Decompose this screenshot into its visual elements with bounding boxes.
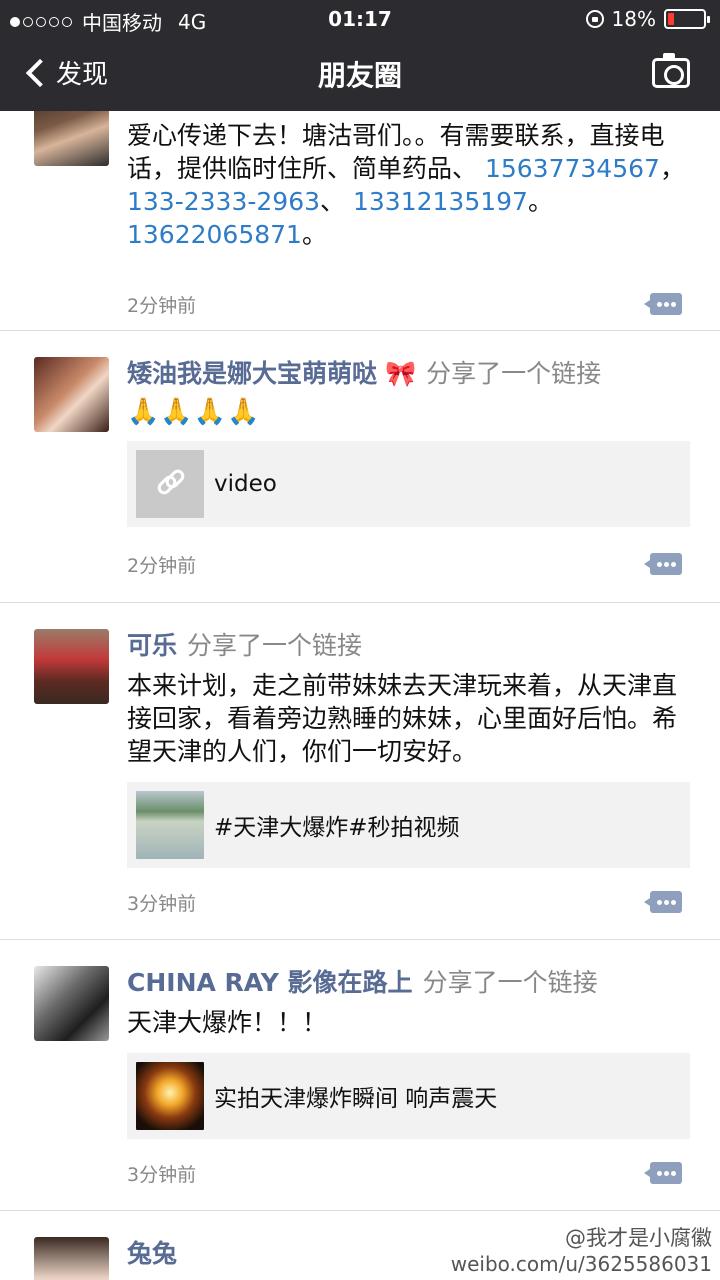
post-time: 2分钟前 — [127, 295, 197, 317]
shared-link-label: 分享了一个链接 — [187, 631, 363, 660]
shared-link-label: 分享了一个链接 — [426, 359, 602, 388]
feed-post: 可乐 分享了一个链接 本来计划，走之前带妹妹去天津玩来着，从天津直接回家，看着旁边… — [0, 603, 720, 940]
comment-icon[interactable] — [644, 891, 682, 913]
watermark-handle: @我才是小腐徽 — [565, 1226, 712, 1250]
comment-icon[interactable] — [644, 293, 682, 315]
avatar[interactable] — [34, 629, 109, 704]
phone-link[interactable]: 133-2333-2963 — [127, 187, 320, 216]
link-title: video — [214, 471, 277, 497]
link-thumbnail — [136, 791, 204, 859]
feed-post: CHINA RAY 影像在路上 分享了一个链接 天津大爆炸！！！ 实拍天津爆炸瞬间… — [0, 940, 720, 1211]
battery-fill — [668, 13, 675, 25]
shared-link-card[interactable]: #天津大爆炸#秒拍视频 — [127, 782, 690, 868]
avatar[interactable] — [34, 966, 109, 1041]
avatar[interactable] — [34, 1237, 109, 1280]
author-name[interactable]: 兔兔 — [127, 1239, 177, 1268]
post-time: 2分钟前 — [127, 555, 197, 577]
phone-link[interactable]: 13622065871 — [127, 220, 302, 249]
shared-link-label: 分享了一个链接 — [422, 968, 598, 997]
phone-link[interactable]: 13312135197 — [353, 187, 528, 216]
navigation-bar: 发现 朋友圈 — [0, 38, 720, 111]
author-name[interactable]: 可乐 — [127, 631, 177, 660]
camera-icon[interactable] — [652, 53, 690, 88]
post-text: 爱心传递下去！塘沽哥们。。有需要联系，直接电话，提供临时住所、简单药品、 156… — [127, 121, 685, 249]
watermark-url: weibo.com/u/3625586031 — [450, 1252, 712, 1276]
battery-icon — [664, 9, 710, 29]
link-thumbnail — [136, 1062, 204, 1130]
status-bar: 中国移动 4G 01:17 18% — [0, 0, 720, 38]
link-title: #天津大爆炸#秒拍视频 — [214, 815, 460, 841]
orientation-lock-icon — [585, 10, 604, 28]
post-text: 🙏🙏🙏🙏 — [127, 397, 261, 427]
feed-post: 矮油我是娜大宝萌萌哒 🎀 分享了一个链接 🙏🙏🙏🙏 video 2分钟前 — [0, 331, 720, 603]
phone-link[interactable]: 15637734567 — [485, 154, 660, 183]
shared-link-card[interactable]: 实拍天津爆炸瞬间 响声震天 — [127, 1053, 690, 1139]
top-bar: 中国移动 4G 01:17 18% 发现 朋友圈 — [0, 0, 720, 111]
battery-percent: 18% — [611, 7, 656, 31]
post-text: 天津大爆炸！！！ — [127, 1008, 328, 1037]
post-time: 3分钟前 — [127, 893, 197, 915]
weibo-watermark: @我才是小腐徽 weibo.com/u/3625586031 — [451, 1222, 712, 1276]
link-title: 实拍天津爆炸瞬间 响声震天 — [214, 1086, 498, 1112]
moments-feed[interactable]: 默 爱心传递下去！塘沽哥们。。有需要联系，直接电话，提供临时住所、简单药品、 1… — [0, 111, 720, 1280]
author-name[interactable]: 矮油我是娜大宝萌萌哒 — [127, 359, 377, 388]
post-text: 本来计划，走之前带妹妹去天津玩来着，从天津直接回家，看着旁边熟睡的妹妹，心里面好… — [127, 671, 678, 766]
author-name[interactable]: CHINA RAY 影像在路上 — [127, 968, 413, 997]
avatar[interactable] — [34, 111, 109, 166]
comment-icon[interactable] — [644, 1162, 682, 1184]
post-time: 3分钟前 — [127, 1164, 197, 1186]
comment-icon[interactable] — [644, 553, 682, 575]
page-title: 朋友圈 — [317, 59, 402, 92]
bow-emoji: 🎀 — [385, 359, 417, 388]
link-icon — [136, 450, 204, 518]
shared-link-card[interactable]: video — [127, 441, 690, 527]
feed-post: 默 爱心传递下去！塘沽哥们。。有需要联系，直接电话，提供临时住所、简单药品、 1… — [0, 111, 720, 331]
avatar[interactable] — [34, 357, 109, 432]
